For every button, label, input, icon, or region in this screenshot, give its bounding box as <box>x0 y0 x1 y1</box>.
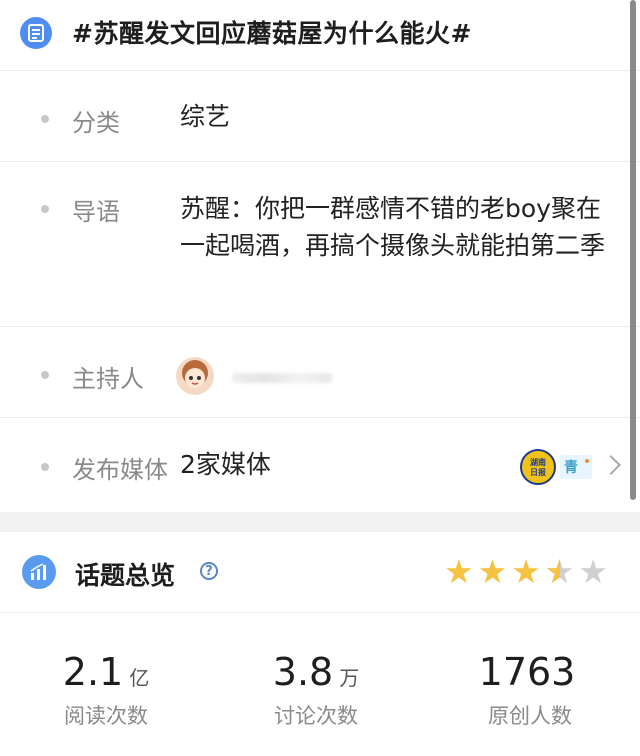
media-logo-yellow-icon[interactable]: 湖南 日报 <box>520 449 556 485</box>
svg-text:湖南: 湖南 <box>530 457 546 467</box>
bullet-dot <box>41 115 49 123</box>
intro-value: 苏醒：你把一群感情不错的老boy聚在一起喝酒，再搞个摄像头就能拍第二季 <box>180 194 606 260</box>
stat-discussions: 3.8 万 讨论次数 <box>246 650 386 730</box>
star-empty-icon: ★ <box>578 552 608 591</box>
stat-label: 阅读次数 <box>64 704 148 728</box>
stat-value: 1763 <box>478 650 576 694</box>
list-icon <box>20 17 52 49</box>
overview-header: 话题总览 ? ★ ★ ★ ★ ★ <box>0 532 640 613</box>
stat-label: 原创人数 <box>488 704 572 728</box>
media-count: 2家媒体 <box>180 450 271 479</box>
stat-unit: 万 <box>339 666 360 690</box>
info-row-intro: 导语 苏醒：你把一群感情不错的老boy聚在一起喝酒，再搞个摄像头就能拍第二季 <box>0 162 640 327</box>
star-half-icon: ★ <box>545 554 575 591</box>
svg-text:青: 青 <box>564 459 578 476</box>
stat-originals: 1763 原创人数 <box>460 650 600 730</box>
topic-title: #苏醒发文回应蘑菇屋为什么能火# <box>72 19 472 48</box>
category-label: 分类 <box>72 109 120 137</box>
stat-value: 3.8 <box>272 650 334 694</box>
stat-label: 讨论次数 <box>274 704 358 728</box>
scrollbar-thumb[interactable] <box>630 0 636 500</box>
bullet-dot <box>41 371 49 379</box>
host-avatar[interactable] <box>176 357 214 395</box>
media-logo-qingchun-icon[interactable]: 青 <box>560 455 592 479</box>
stat-unit: 亿 <box>129 666 150 690</box>
intro-label: 导语 <box>72 198 120 226</box>
host-name-redacted[interactable] <box>232 373 332 383</box>
bullet-dot <box>41 463 49 471</box>
category-value: 综艺 <box>180 102 231 131</box>
topic-header: #苏醒发文回应蘑菇屋为什么能火# <box>0 0 640 71</box>
overview-title: 话题总览 <box>75 561 176 590</box>
svg-text:日报: 日报 <box>530 467 546 477</box>
media-label: 发布媒体 <box>72 456 168 484</box>
star-full-icon: ★ <box>477 552 508 591</box>
rating-stars: ★ ★ ★ ★ ★ <box>444 552 608 591</box>
star-full-icon: ★ <box>444 552 474 591</box>
info-row-category: 分类 综艺 <box>0 71 640 162</box>
help-icon[interactable]: ? <box>200 562 218 580</box>
star-full-icon: ★ <box>511 552 541 591</box>
host-label: 主持人 <box>72 365 144 393</box>
chart-icon <box>22 555 56 589</box>
scrollbar[interactable] <box>630 0 636 756</box>
bullet-dot <box>41 205 49 213</box>
section-divider <box>0 512 640 532</box>
stat-reads: 2.1 亿 阅读次数 <box>36 650 176 730</box>
stat-value: 2.1 <box>62 650 124 694</box>
